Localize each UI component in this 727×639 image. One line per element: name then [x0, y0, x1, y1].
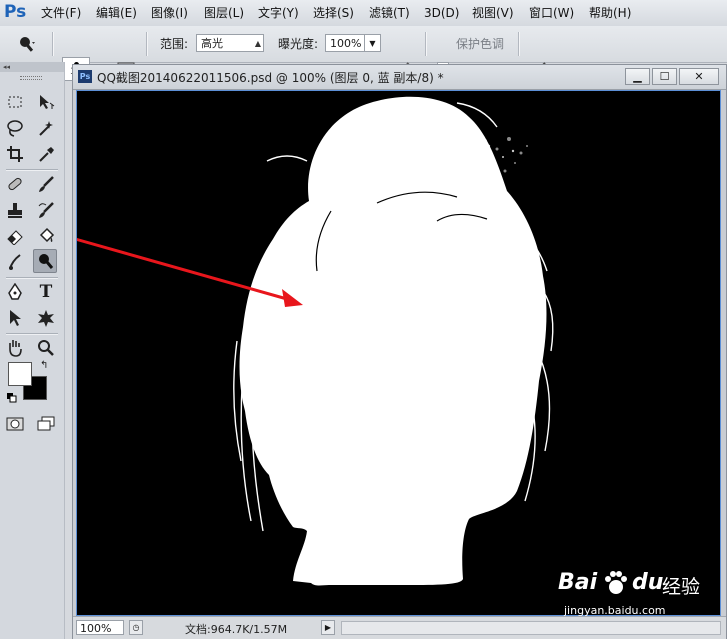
move-icon [40, 95, 55, 109]
paint-bucket-icon [39, 227, 55, 243]
lasso-icon [7, 120, 23, 137]
burn-tool[interactable] [33, 249, 57, 273]
smudge-icon [9, 254, 21, 270]
custom-shape-tool[interactable] [34, 306, 58, 330]
type-icon: T [39, 282, 53, 302]
path-selection-tool[interactable] [3, 306, 27, 330]
crop-tool[interactable] [3, 142, 27, 166]
hair-mask-image [77, 91, 720, 615]
exposure-input[interactable]: 100% [325, 34, 365, 52]
document-window: Ps QQ截图20140622011506.psd @ 100% (图层 0, … [72, 64, 727, 639]
minimize-button[interactable]: ▁ [625, 68, 650, 85]
shape-icon [38, 310, 54, 327]
swap-colors-icon[interactable]: ↰ [40, 360, 48, 371]
menu-view[interactable]: 视图(V) [472, 0, 514, 26]
range-label: 范围: [160, 37, 189, 51]
menu-select[interactable]: 选择(S) [313, 0, 354, 26]
baidu-jingyan-watermark: Bai du 经验 jingyan.baidu.com [558, 566, 718, 626]
document-title: QQ截图20140622011506.psd @ 100% (图层 0, 蓝 副… [97, 71, 444, 85]
bandage-icon [8, 177, 22, 191]
crop-icon [7, 146, 23, 162]
quick-mask-icon [6, 417, 24, 431]
lasso-tool[interactable] [3, 116, 27, 140]
screen-mode-tool[interactable] [34, 412, 58, 436]
menu-3d[interactable]: 3D(D) [424, 0, 459, 26]
move-tool[interactable] [34, 90, 58, 114]
eraser-icon [7, 230, 23, 245]
stamp-icon [8, 203, 22, 218]
hand-tool[interactable] [3, 336, 27, 360]
document-tab[interactable]: Ps QQ截图20140622011506.psd @ 100% (图层 0, … [73, 65, 726, 90]
eyedropper-tool[interactable] [34, 142, 58, 166]
hand-icon [9, 340, 22, 357]
menu-image[interactable]: 图像(I) [151, 0, 188, 26]
close-button[interactable]: ✕ [679, 68, 719, 85]
menu-layer[interactable]: 图层(L) [204, 0, 244, 26]
zoom-level-field[interactable]: 100% [76, 620, 124, 635]
brush-tool[interactable] [34, 172, 58, 196]
menu-filter[interactable]: 滤镜(T) [369, 0, 410, 26]
protect-tones-label: 保护色调 [456, 37, 505, 51]
eraser-tool[interactable] [3, 224, 27, 248]
exposure-label: 曝光度: [278, 37, 319, 51]
canvas[interactable] [76, 90, 721, 616]
jingyan-url: jingyan.baidu.com [564, 604, 666, 617]
foreground-color-swatch[interactable] [8, 362, 32, 386]
brush-icon [39, 176, 54, 192]
menu-window[interactable]: 窗口(W) [529, 0, 574, 26]
menu-type[interactable]: 文字(Y) [258, 0, 299, 26]
jingyan-text: 经验 [662, 576, 701, 598]
burn-tool-preset-icon[interactable] [17, 35, 37, 53]
history-brush-tool[interactable] [34, 198, 58, 222]
screen-mode-icon [37, 416, 55, 431]
magic-wand-tool[interactable] [34, 116, 58, 140]
photoshop-logo: Ps [4, 2, 27, 22]
baidu-brand-text: Bai [558, 570, 598, 595]
options-bar: 33 ▼ 范围: 高光▲ 曝光度: 100% ▼ 保护色调 [0, 26, 727, 81]
status-menu-arrow-icon[interactable]: ▶ [321, 620, 335, 635]
ps-doc-icon: Ps [78, 70, 92, 83]
quick-mask-tool[interactable] [3, 412, 27, 436]
blur-tool[interactable] [3, 250, 27, 274]
tools-panel: ◂◂ T ↰ [0, 62, 65, 639]
healing-brush-tool[interactable] [3, 172, 27, 196]
document-size-info: 文档:964.7K/1.57M [185, 623, 288, 636]
menu-edit[interactable]: 编辑(E) [96, 0, 137, 26]
range-select[interactable]: 高光 ▲ [196, 34, 264, 52]
clone-stamp-tool[interactable] [3, 198, 27, 222]
history-brush-icon [38, 202, 54, 218]
burn-icon [39, 254, 54, 269]
type-tool[interactable]: T [34, 280, 58, 304]
marquee-icon [8, 96, 22, 108]
exposure-dropdown[interactable]: ▼ [364, 34, 381, 52]
menu-file[interactable]: 文件(F) [41, 0, 81, 26]
status-options-icon[interactable]: ◷ [129, 620, 143, 635]
marquee-tool[interactable] [3, 90, 27, 114]
baidu-brand-suffix: du [632, 570, 664, 595]
pen-icon [8, 283, 22, 300]
magic-wand-icon [39, 121, 53, 136]
menu-help[interactable]: 帮助(H) [589, 0, 631, 26]
tools-panel-header[interactable]: ◂◂ [0, 62, 64, 72]
maximize-button[interactable]: ☐ [652, 68, 677, 85]
zoom-icon [38, 340, 54, 356]
pen-tool[interactable] [3, 280, 27, 304]
baidu-paw-icon [605, 571, 627, 594]
default-colors-icon[interactable] [6, 392, 18, 404]
eyedropper-icon [39, 147, 54, 162]
menu-bar: Ps 文件(F) 编辑(E) 图像(I) 图层(L) 文字(Y) 选择(S) 滤… [0, 0, 727, 27]
zoom-tool[interactable] [34, 336, 58, 360]
paint-bucket-tool[interactable] [34, 224, 58, 248]
path-select-icon [10, 310, 21, 326]
